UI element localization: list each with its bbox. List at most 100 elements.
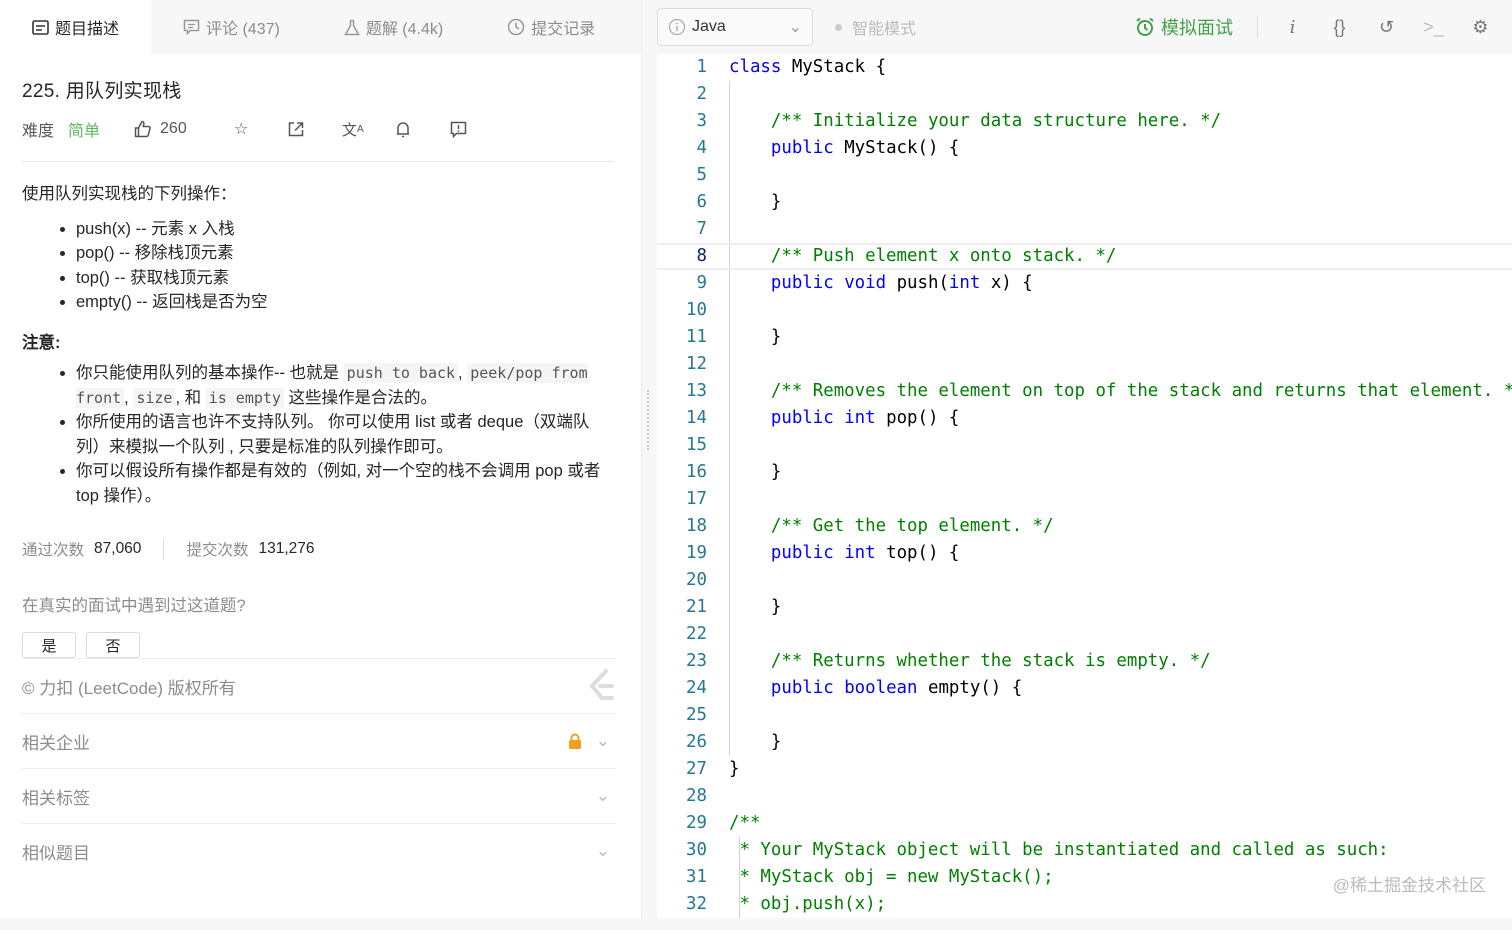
code-line[interactable]: 8 /** Push element x onto stack. */: [657, 243, 1512, 270]
tab-label: 题解 (4.4k): [365, 21, 444, 38]
code-line[interactable]: 16 }: [657, 459, 1512, 486]
note-text: 这些操作是合法的。: [283, 388, 438, 407]
terminal-icon: >_: [1423, 16, 1444, 37]
translate-icon: 文A: [342, 121, 364, 139]
undo-icon: ↺: [1378, 16, 1395, 37]
line-number: 21: [686, 597, 707, 617]
code-line[interactable]: 10: [657, 297, 1512, 324]
code-line[interactable]: 9 public void push(int x) {: [657, 270, 1512, 297]
report-icon: [450, 121, 467, 138]
reset-button[interactable]: ↺: [1363, 17, 1410, 38]
lock-icon: [568, 733, 582, 749]
keyword-token: public: [770, 543, 834, 563]
comment-token: * Your MyStack object will be instantiat…: [729, 840, 1389, 860]
description-icon: [32, 19, 49, 35]
tab-solutions[interactable]: 题解 (4.4k): [312, 0, 475, 54]
code-token: top() {: [875, 543, 960, 563]
copyright-row: © 力扣 (LeetCode) 版权所有: [22, 658, 616, 713]
code-line[interactable]: 7: [657, 216, 1512, 243]
operations-list: push(x) -- 元素 x 入栈 pop() -- 移除栈顶元素 top()…: [76, 217, 614, 315]
share-button[interactable]: [288, 121, 342, 137]
tab-submissions[interactable]: 提交记录: [475, 0, 627, 54]
code-line[interactable]: 14 public int pop() {: [657, 405, 1512, 432]
section-companies[interactable]: 相关企业 ⌄: [22, 713, 616, 768]
code-line[interactable]: 19 public int top() {: [657, 540, 1512, 567]
code-line[interactable]: 15: [657, 432, 1512, 459]
divider: [163, 538, 165, 560]
code-line[interactable]: 24 public boolean empty() {: [657, 675, 1512, 702]
code-editor[interactable]: 1 class MyStack {2 3 /** Initialize your d…: [657, 54, 1512, 918]
code-line[interactable]: 22: [657, 621, 1512, 648]
line-number: 4: [696, 138, 707, 158]
code-line[interactable]: 1 class MyStack {: [657, 54, 1512, 81]
like-button[interactable]: 260: [134, 120, 234, 138]
code-line[interactable]: 23 /** Returns whether the stack is empt…: [657, 648, 1512, 675]
tab-label: 评论 (437): [206, 21, 280, 38]
section-similar[interactable]: 相似题目 ⌄: [22, 823, 616, 878]
leetcode-logo-icon: [586, 668, 616, 704]
line-number: 26: [686, 732, 707, 752]
comment-token: * obj.push(x);: [729, 894, 887, 914]
info-button[interactable]: i: [1269, 17, 1316, 38]
mock-interview-button[interactable]: 模拟面试: [1135, 14, 1233, 40]
code-line[interactable]: 3 /** Initialize your data structure her…: [657, 108, 1512, 135]
divider: [1257, 16, 1258, 38]
clock-icon: [507, 18, 525, 36]
code-line[interactable]: 6 }: [657, 189, 1512, 216]
section-tags[interactable]: 相关标签 ⌄: [22, 768, 616, 823]
code-line[interactable]: 26 }: [657, 729, 1512, 756]
code-line[interactable]: 25: [657, 702, 1512, 729]
console-button[interactable]: >_: [1410, 17, 1457, 38]
subscribe-button[interactable]: [396, 121, 450, 138]
format-button[interactable]: {}: [1316, 17, 1363, 38]
line-number: 16: [686, 462, 707, 482]
code-line[interactable]: 5: [657, 162, 1512, 189]
accepted-label: 通过次数: [22, 542, 85, 559]
chevron-down-icon: ⌄: [788, 19, 802, 36]
panel-resize-handle[interactable]: [647, 390, 651, 450]
code-line[interactable]: 13 /** Removes the element on top of the…: [657, 378, 1512, 405]
comment-token: * MyStack obj = new MyStack();: [729, 867, 1054, 887]
line-number: 30: [686, 840, 707, 860]
code-line[interactable]: 30 * Your MyStack object will be instant…: [657, 837, 1512, 864]
code-line[interactable]: 28: [657, 783, 1512, 810]
code-line[interactable]: 20: [657, 567, 1512, 594]
tab-description[interactable]: 题目描述: [0, 0, 152, 54]
code-line[interactable]: 17: [657, 486, 1512, 513]
yes-button[interactable]: 是: [22, 632, 76, 658]
accepted-count: 87,060: [94, 540, 142, 557]
info-icon: [668, 18, 686, 36]
code-text: }: [729, 594, 781, 621]
settings-button[interactable]: ⚙: [1457, 17, 1504, 38]
tab-comments[interactable]: 评论 (437): [151, 0, 312, 54]
code-line[interactable]: 18 /** Get the top element. */: [657, 513, 1512, 540]
line-number: 23: [686, 651, 707, 671]
code-text: }: [729, 189, 781, 216]
no-button[interactable]: 否: [86, 632, 140, 658]
tab-label: 题目描述: [55, 21, 120, 38]
code-line[interactable]: 2: [657, 81, 1512, 108]
smart-mode-toggle[interactable]: 智能模式: [835, 15, 916, 39]
code-token: }: [729, 192, 782, 212]
keyword-token: public: [770, 408, 834, 428]
code-line[interactable]: 21 }: [657, 594, 1512, 621]
code-text: }: [729, 459, 781, 486]
comment-token: /** Initialize your data structure here.…: [770, 111, 1222, 131]
line-number: 29: [686, 813, 707, 833]
code-line[interactable]: 12: [657, 351, 1512, 378]
note-text: , 和: [175, 388, 206, 407]
feedback-button[interactable]: [450, 121, 504, 138]
bell-icon: [396, 121, 410, 138]
code-token: }: [729, 759, 740, 779]
code-line[interactable]: 27}: [657, 756, 1512, 783]
star-icon: ☆: [234, 121, 249, 138]
code-line[interactable]: 29 /**: [657, 810, 1512, 837]
code-line[interactable]: 4 public MyStack() {: [657, 135, 1512, 162]
favorite-button[interactable]: ☆: [234, 119, 288, 139]
code-line[interactable]: 11 }: [657, 324, 1512, 351]
copyright-text: © 力扣 (LeetCode) 版权所有: [22, 678, 236, 698]
translate-button[interactable]: 文A: [342, 119, 396, 140]
language-select[interactable]: Java ⌄: [657, 8, 813, 46]
